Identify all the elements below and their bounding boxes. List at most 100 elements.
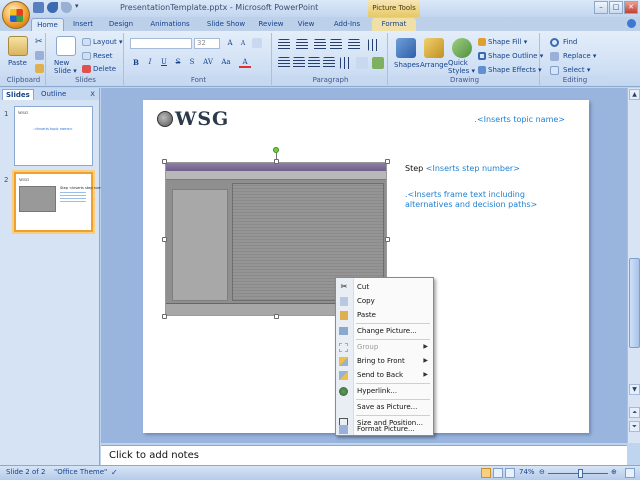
quick-styles-icon[interactable] — [452, 38, 472, 58]
undo-icon[interactable] — [47, 2, 58, 13]
arrange-button[interactable]: Arrange — [420, 61, 448, 69]
zoom-slider-thumb[interactable] — [578, 469, 583, 478]
menu-item-bring-to-front[interactable]: Bring to Front ▶ — [336, 354, 433, 368]
frame-text-placeholder[interactable]: .<Inserts frame text including alternati… — [405, 190, 555, 210]
maximize-button[interactable]: □ — [609, 1, 623, 14]
resize-handle-e[interactable] — [385, 237, 390, 242]
clear-formatting-icon[interactable] — [252, 38, 262, 48]
tab-slides[interactable]: Slides — [2, 89, 34, 100]
slide-sorter-icon[interactable] — [493, 468, 503, 478]
reset-button[interactable]: Reset — [93, 52, 113, 60]
customize-qat-icon[interactable]: ▾ — [75, 2, 86, 13]
quick-styles-button[interactable]: Quick Styles ▾ — [448, 59, 478, 75]
menu-item-send-to-back[interactable]: Send to Back ▶ — [336, 368, 433, 382]
vertical-scrollbar[interactable]: ▲ ▼ ⏶ ⏷ — [627, 88, 640, 443]
find-button[interactable]: Find — [563, 38, 577, 46]
numbering-icon[interactable] — [296, 39, 308, 51]
bullets-icon[interactable] — [278, 39, 290, 51]
align-right-icon[interactable] — [308, 57, 320, 69]
office-button[interactable] — [2, 1, 30, 29]
italic-icon[interactable]: I — [144, 57, 156, 68]
layout-button[interactable]: Layout ▾ — [93, 38, 123, 46]
zoom-out-icon[interactable]: ⊖ — [539, 468, 545, 476]
cut-icon[interactable]: ✂ — [35, 37, 43, 47]
resize-handle-ne[interactable] — [385, 159, 390, 164]
font-color-icon[interactable]: A — [239, 57, 251, 68]
char-spacing-icon[interactable]: AV — [202, 57, 214, 68]
format-painter-icon[interactable] — [35, 64, 44, 73]
tab-design[interactable]: Design — [104, 18, 138, 31]
redo-icon[interactable] — [61, 2, 72, 13]
justify-icon[interactable] — [323, 57, 335, 69]
minimize-button[interactable]: – — [594, 1, 608, 14]
columns-icon[interactable] — [368, 39, 380, 51]
scroll-up-icon[interactable]: ▲ — [629, 89, 640, 100]
delete-button[interactable]: Delete — [93, 65, 116, 73]
tab-home[interactable]: Home — [31, 18, 64, 31]
menu-item-change-picture[interactable]: Change Picture... — [336, 324, 433, 338]
resize-handle-sw[interactable] — [162, 314, 167, 319]
previous-slide-icon[interactable]: ⏶ — [629, 407, 640, 418]
underline-icon[interactable]: U — [158, 57, 170, 68]
grow-font-icon[interactable]: A — [224, 38, 236, 49]
tab-review[interactable]: Review — [255, 18, 287, 31]
slide-show-icon[interactable] — [505, 468, 515, 478]
slide-thumbnail-1[interactable]: WSG .<Inserts topic name> — [14, 106, 93, 166]
tab-slide-show[interactable]: Slide Show — [201, 18, 251, 31]
new-slide-button[interactable]: New Slide ▾ — [54, 59, 82, 75]
shape-effects-button[interactable]: Shape Effects ▾ — [488, 66, 542, 74]
resize-handle-n[interactable] — [274, 159, 279, 164]
menu-item-hyperlink[interactable]: Hyperlink... — [336, 384, 433, 398]
align-left-icon[interactable] — [278, 57, 290, 69]
align-text-icon[interactable] — [356, 57, 368, 69]
line-spacing-icon[interactable] — [348, 39, 360, 51]
next-slide-icon[interactable]: ⏷ — [629, 421, 640, 432]
change-case-icon[interactable]: Aa — [220, 57, 232, 68]
tab-add-ins[interactable]: Add-Ins — [329, 18, 365, 31]
menu-item-cut[interactable]: ✂ Cut — [336, 280, 433, 294]
strikethrough-icon[interactable]: S — [172, 57, 184, 68]
replace-button[interactable]: Replace ▾ — [563, 52, 596, 60]
shape-outline-button[interactable]: Shape Outline ▾ — [488, 52, 543, 60]
arrange-icon[interactable] — [424, 38, 444, 58]
spelling-check-icon[interactable]: ✓ — [111, 468, 118, 477]
resize-handle-w[interactable] — [162, 237, 167, 242]
select-button[interactable]: Select ▾ — [563, 66, 590, 74]
align-center-icon[interactable] — [293, 57, 305, 69]
zoom-level[interactable]: 74% — [519, 468, 535, 476]
resize-handle-nw[interactable] — [162, 159, 167, 164]
zoom-in-icon[interactable]: ⊕ — [611, 468, 617, 476]
shape-fill-button[interactable]: Shape Fill ▾ — [488, 38, 527, 46]
tab-outline[interactable]: Outline — [38, 89, 69, 100]
scroll-down-icon[interactable]: ▼ — [629, 384, 640, 395]
paste-icon[interactable] — [8, 36, 28, 56]
decrease-indent-icon[interactable] — [314, 39, 326, 51]
shadow-icon[interactable]: S — [186, 57, 198, 68]
smartart-icon[interactable] — [372, 57, 384, 69]
scroll-thumb[interactable] — [629, 258, 640, 348]
shapes-icon[interactable] — [396, 38, 416, 58]
close-panel-icon[interactable]: x — [90, 89, 95, 98]
bold-icon[interactable]: B — [130, 57, 142, 68]
menu-item-save-as-picture[interactable]: Save as Picture... — [336, 400, 433, 414]
tab-view[interactable]: View — [293, 18, 319, 31]
notes-pane[interactable]: Click to add notes — [101, 445, 627, 465]
save-icon[interactable] — [33, 2, 44, 13]
close-button[interactable]: ✕ — [624, 1, 638, 14]
fit-to-window-icon[interactable] — [625, 468, 635, 478]
menu-item-copy[interactable]: Copy — [336, 294, 433, 308]
font-name-combo[interactable] — [130, 38, 192, 49]
tab-animations[interactable]: Animations — [144, 18, 196, 31]
shapes-button[interactable]: Shapes — [394, 61, 420, 69]
copy-icon[interactable] — [35, 51, 44, 60]
font-size-combo[interactable]: 32 — [194, 38, 220, 49]
shrink-font-icon[interactable]: A — [237, 38, 249, 49]
menu-item-format-picture[interactable]: Format Picture... — [336, 422, 433, 436]
normal-view-icon[interactable] — [481, 468, 491, 478]
new-slide-icon[interactable] — [56, 36, 76, 56]
menu-item-paste[interactable]: Paste — [336, 308, 433, 322]
increase-indent-icon[interactable] — [330, 39, 342, 51]
tab-format[interactable]: Format — [372, 18, 416, 31]
paste-button[interactable]: Paste — [8, 59, 27, 67]
text-direction-icon[interactable] — [340, 57, 352, 69]
